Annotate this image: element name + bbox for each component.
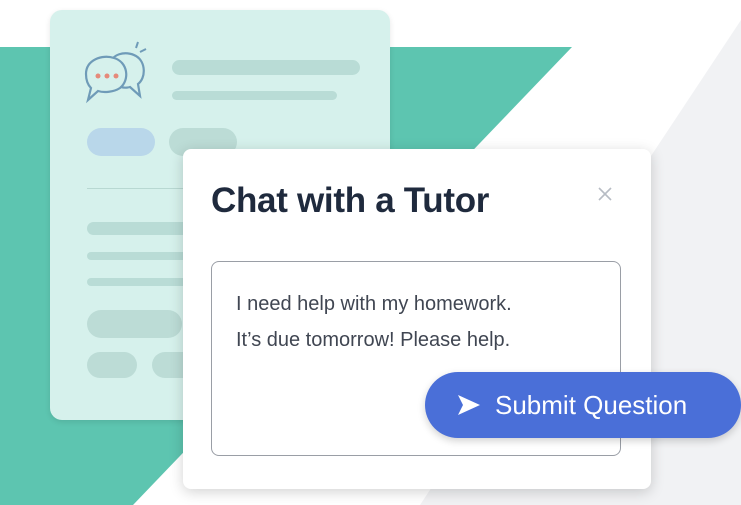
- placeholder-line-4: [87, 252, 197, 260]
- chat-bubbles-icon: [84, 41, 147, 104]
- close-button[interactable]: [590, 179, 620, 209]
- placeholder-pill-blue: [87, 128, 155, 156]
- question-line-1: I need help with my homework.: [236, 293, 512, 315]
- question-line-2: It’s due tomorrow! Please help.: [236, 329, 511, 351]
- send-icon: [458, 395, 480, 415]
- submit-button-label: Submit Question: [495, 389, 688, 420]
- placeholder-line-5: [87, 278, 197, 286]
- placeholder-line-2: [172, 91, 337, 100]
- chat-dialog: Chat with a Tutor I need help with my ho…: [183, 149, 651, 489]
- placeholder-pill-2: [87, 310, 182, 338]
- dialog-title: Chat with a Tutor: [211, 181, 490, 220]
- submit-question-button[interactable]: Submit Question: [425, 372, 741, 438]
- close-icon: [598, 187, 612, 201]
- placeholder-pill-3: [87, 352, 137, 378]
- placeholder-line-1: [172, 60, 360, 75]
